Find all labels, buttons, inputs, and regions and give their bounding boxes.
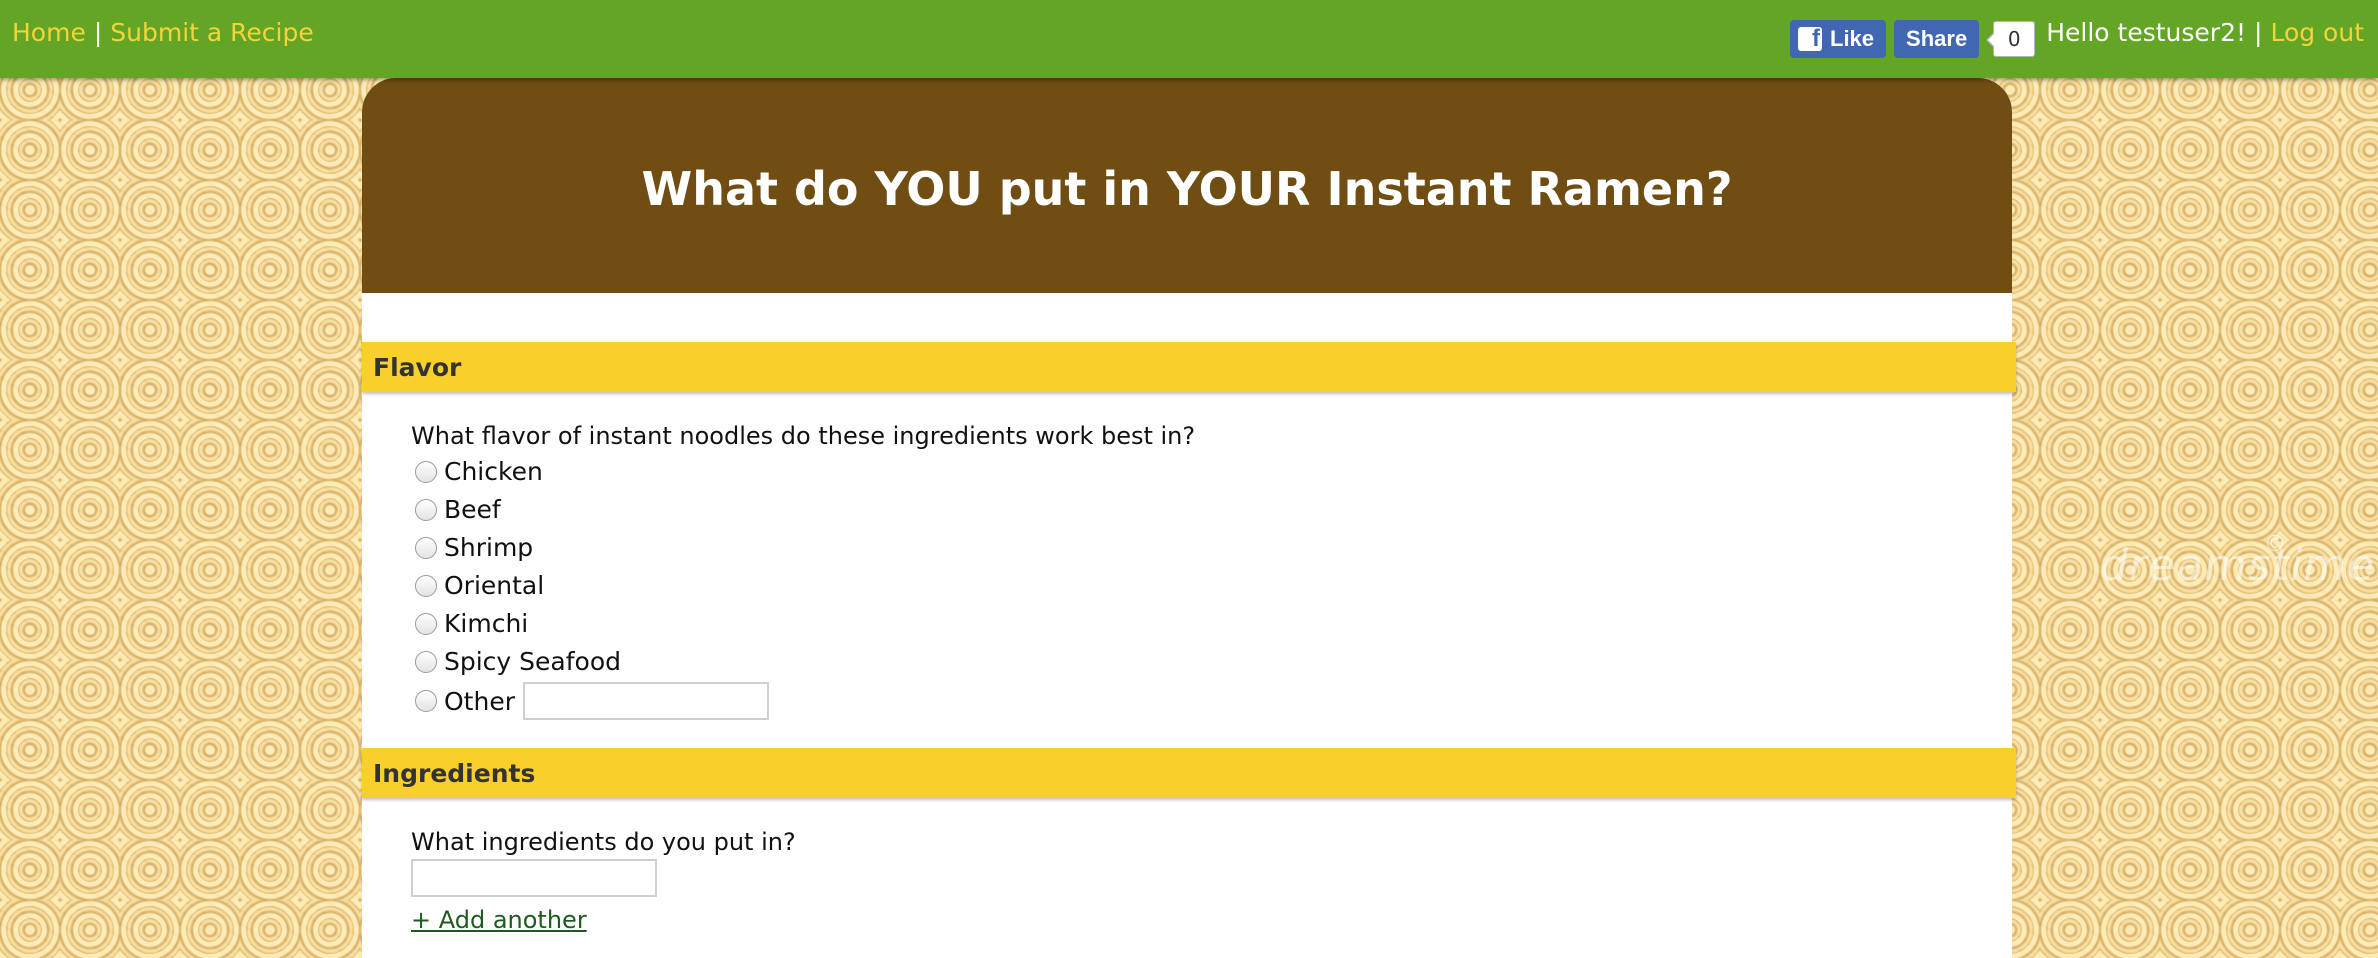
flavor-option-spicy-seafood[interactable]: Spicy Seafood bbox=[415, 647, 621, 676]
radio-button[interactable] bbox=[415, 498, 437, 521]
nav-separator: | bbox=[2254, 18, 2263, 47]
flavor-option-kimchi[interactable]: Kimchi bbox=[415, 609, 528, 638]
add-another-ingredient-link[interactable]: + Add another bbox=[411, 906, 587, 934]
page-title: What do YOU put in YOUR Instant Ramen? bbox=[641, 161, 1733, 216]
option-label: Spicy Seafood bbox=[444, 647, 622, 676]
flavor-question: What flavor of instant noodles do these … bbox=[411, 422, 1196, 450]
share-label: Share bbox=[1906, 26, 1968, 51]
radio-button[interactable] bbox=[415, 612, 437, 635]
top-nav-bar: Home | Submit a Recipe f Like Share 0 Hell… bbox=[0, 0, 2378, 78]
ingredient-input[interactable] bbox=[411, 859, 657, 897]
flavor-option-oriental[interactable]: Oriental bbox=[415, 571, 544, 600]
flavor-option-other[interactable]: Other bbox=[415, 682, 769, 720]
flavor-option-beef[interactable]: Beef bbox=[415, 495, 501, 524]
like-label: Like bbox=[1830, 26, 1875, 51]
recipe-form-panel: What do YOU put in YOUR Instant Ramen? F… bbox=[362, 78, 2016, 958]
logout-link[interactable]: Log out bbox=[2270, 18, 2364, 47]
nav-right: Hello testuser2! | Log out bbox=[2046, 18, 2364, 47]
option-label: Other bbox=[444, 686, 515, 716]
nav-left: Home | Submit a Recipe bbox=[12, 18, 314, 47]
copyright-symbol: © bbox=[2264, 532, 2286, 557]
page-header: What do YOU put in YOUR Instant Ramen? bbox=[362, 78, 2012, 293]
radio-button[interactable] bbox=[415, 690, 437, 712]
home-link[interactable]: Home bbox=[12, 18, 86, 47]
flavor-section-header: Flavor bbox=[362, 342, 2016, 392]
option-label: Beef bbox=[444, 495, 501, 524]
stock-watermark: dreamstime.com bbox=[2100, 540, 2378, 591]
flavor-option-chicken[interactable]: Chicken bbox=[415, 457, 543, 486]
option-label: Oriental bbox=[444, 571, 545, 600]
radio-button[interactable] bbox=[415, 460, 437, 483]
radio-button[interactable] bbox=[415, 650, 437, 673]
facebook-share-button[interactable]: Share bbox=[1894, 20, 1980, 58]
facebook-icon: f bbox=[1798, 27, 1822, 51]
facebook-widget: f Like Share 0 bbox=[1790, 20, 2036, 58]
flavor-option-shrimp[interactable]: Shrimp bbox=[415, 533, 533, 562]
ingredients-question: What ingredients do you put in? bbox=[411, 828, 796, 856]
option-label: Kimchi bbox=[444, 609, 529, 638]
nav-separator: | bbox=[93, 18, 103, 47]
option-label: Chicken bbox=[444, 457, 543, 486]
ingredients-section-header: Ingredients bbox=[362, 748, 2016, 798]
user-greeting: Hello testuser2! bbox=[2046, 18, 2247, 47]
radio-button[interactable] bbox=[415, 574, 437, 597]
other-flavor-input[interactable] bbox=[522, 682, 769, 720]
radio-button[interactable] bbox=[415, 536, 437, 559]
facebook-like-button[interactable]: f Like bbox=[1790, 20, 1887, 58]
submit-recipe-link[interactable]: Submit a Recipe bbox=[110, 18, 313, 47]
like-count-badge: 0 bbox=[1986, 21, 2036, 57]
option-label: Shrimp bbox=[444, 533, 534, 562]
